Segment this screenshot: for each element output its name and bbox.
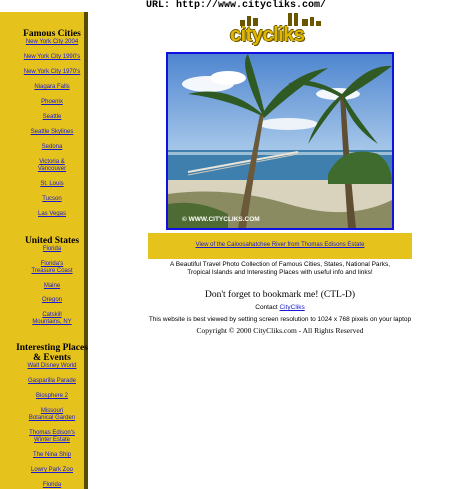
link-vancouver[interactable]: Vancouver	[0, 166, 104, 173]
link-seattle[interactable]: Seattle	[0, 114, 104, 121]
events-heading: & Events	[33, 353, 71, 363]
link-seattle-skylines[interactable]: Seattle Skylines	[0, 129, 104, 136]
featured-photo[interactable]: © WWW.CITYCLIKS.COM	[166, 52, 394, 230]
caption-link[interactable]: View of the Caloosahatchee River from Th…	[148, 242, 412, 248]
link-new-york-1990s[interactable]: New York City 1990's	[0, 54, 104, 61]
link-florida-bottom[interactable]: Florida	[0, 482, 104, 489]
copyright-text: Copyright © 2000 CityCliks.com - All Rig…	[196, 326, 364, 335]
famous-cities-heading: Famous Cities	[23, 29, 81, 39]
description-line-1: A Beautiful Travel Photo Collection of F…	[169, 261, 391, 268]
photo-watermark: © WWW.CITYCLIKS.COM	[182, 216, 260, 223]
site-description: A Beautiful Travel Photo Collection of F…	[148, 261, 412, 277]
caption-box: View of the Caloosahatchee River from Th…	[148, 233, 412, 259]
link-missouri[interactable]: Missouri	[0, 408, 104, 415]
contact-line: Contact CityCliks	[148, 304, 412, 311]
link-sedona[interactable]: Sedona	[0, 144, 104, 151]
interesting-places-heading: Interesting Places	[16, 343, 88, 353]
united-states-heading: United States	[24, 236, 80, 246]
link-winter-estate[interactable]: Winter Estate	[0, 437, 104, 444]
link-las-vegas[interactable]: Las Vegas	[0, 211, 104, 218]
link-floridas[interactable]: Florida's	[0, 261, 104, 268]
contact-link[interactable]: CityCliks	[279, 304, 304, 311]
bookmark-reminder: Don't forget to bookmark me! (CTL-D)	[204, 290, 356, 300]
logo-text: citycliks	[230, 24, 305, 46]
link-botanical-garden[interactable]: Botanical Garden	[0, 415, 104, 422]
link-florida[interactable]: Florida	[0, 246, 104, 253]
description-line-2: Tropical Islands and Interesting Places …	[187, 269, 373, 276]
link-thomas-edisons[interactable]: Thomas Edison's	[0, 430, 104, 437]
site-logo[interactable]: citycliks	[226, 12, 334, 46]
link-walt-disney-world[interactable]: Walt Disney World	[0, 363, 104, 370]
contact-label: Contact	[255, 304, 278, 311]
resolution-note: This website is best viewed by setting s…	[148, 316, 412, 323]
link-new-york-2004[interactable]: New York City 2004	[0, 39, 104, 46]
link-nina-ship[interactable]: The Nina Ship	[0, 452, 104, 459]
link-treasure-coast[interactable]: Treasure Coast	[0, 268, 104, 275]
url-text: http://www.citycliks.com/	[176, 0, 327, 11]
url-label: URL:	[146, 0, 171, 11]
link-lowry-park-zoo[interactable]: Lowry Park Zoo	[0, 467, 104, 474]
link-mountains-ny[interactable]: Mountains, NY	[0, 319, 104, 326]
link-biosphere-2[interactable]: Biosphere 2	[0, 393, 104, 400]
link-niagara-falls[interactable]: Niagara Falls	[0, 84, 104, 91]
link-phoenix[interactable]: Phoenix	[0, 99, 104, 106]
river-photo-image	[168, 54, 392, 228]
url-display: URL: http://www.citycliks.com/	[146, 0, 326, 11]
link-victoria[interactable]: Victoria &	[0, 159, 104, 166]
link-maine[interactable]: Maine	[0, 283, 104, 290]
link-gasparilla-parade[interactable]: Gasparilla Parade	[0, 378, 104, 385]
link-catskill[interactable]: Catskill	[0, 312, 104, 319]
link-new-york-1970s[interactable]: New York City 1970's	[0, 69, 104, 76]
link-st-louis[interactable]: St. Louis	[0, 181, 104, 188]
link-oregon[interactable]: Oregon	[0, 297, 104, 304]
link-tucson[interactable]: Tucson	[0, 196, 104, 203]
